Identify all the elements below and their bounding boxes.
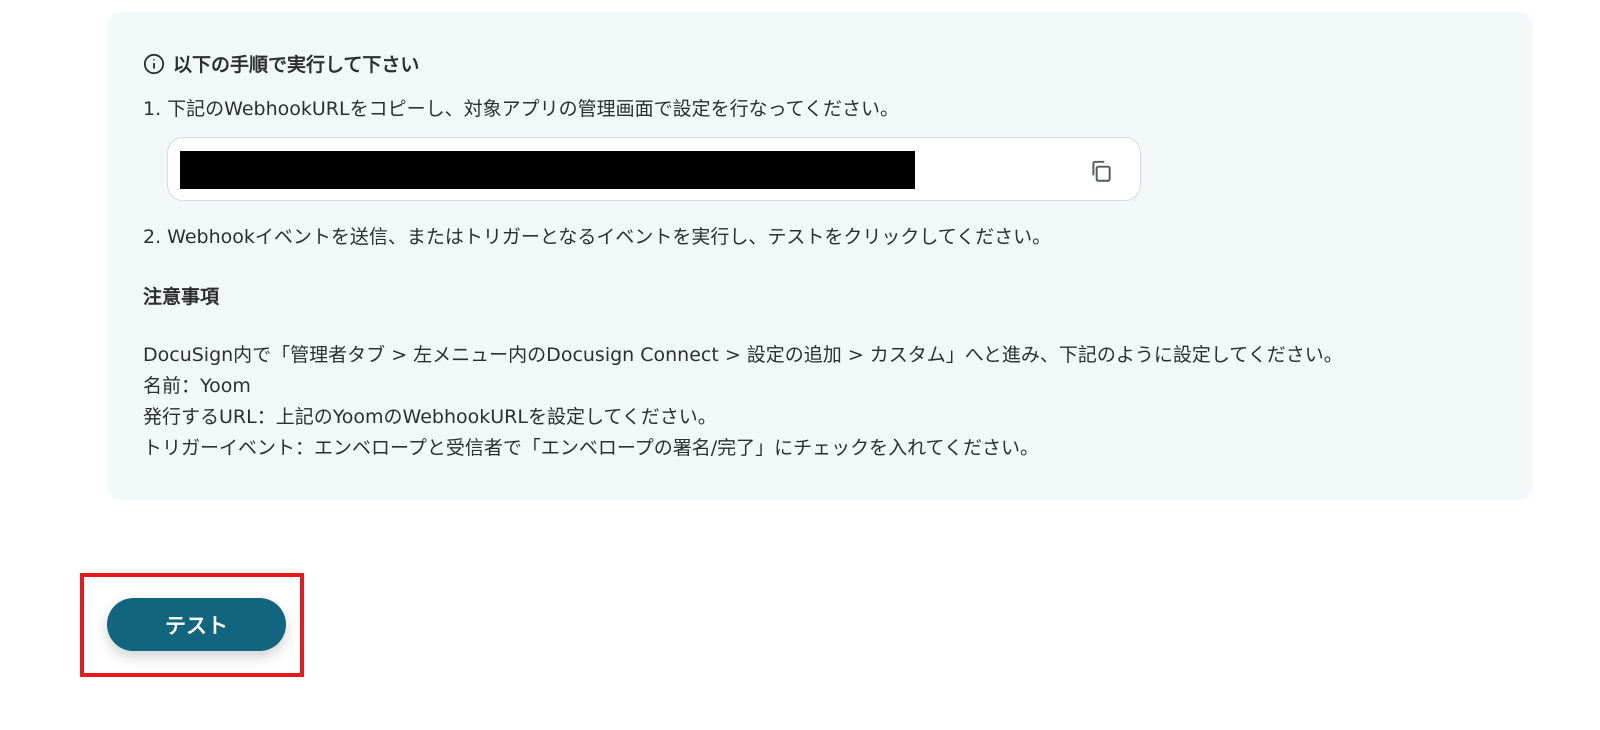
notes-line: トリガーイベント：エンベロープと受信者で「エンベロープの署名/完了」にチェックを… (143, 437, 1039, 459)
copy-icon[interactable] (1088, 158, 1114, 184)
instructions-panel: 以下の手順で実行して下さい 1. 下記のWebhookURLをコピーし、対象アプ… (107, 12, 1533, 500)
step-1-text: 1. 下記のWebhookURLをコピーし、対象アプリの管理画面で設定を行なって… (143, 98, 900, 120)
instructions-heading-row: 以下の手順で実行して下さい (143, 50, 419, 77)
webhook-url-value (180, 151, 915, 189)
notes-line: DocuSign内で「管理者タブ > 左メニュー内のDocusign Conne… (143, 344, 1343, 366)
notes-title: 注意事項 (143, 286, 220, 308)
info-circle-icon (143, 53, 165, 75)
notes-line: 発行するURL：上記のYoomのWebhookURLを設定してください。 (143, 406, 717, 428)
webhook-url-field[interactable] (167, 137, 1141, 201)
step-2-text: 2. Webhookイベントを送信、またはトリガーとなるイベントを実行し、テスト… (143, 226, 1052, 248)
instructions-heading: 以下の手順で実行して下さい (173, 54, 420, 76)
notes-line: 名前：Yoom (143, 375, 251, 397)
notes-body: DocuSign内で「管理者タブ > 左メニュー内のDocusign Conne… (143, 340, 1343, 464)
test-button[interactable]: テスト (107, 598, 286, 651)
